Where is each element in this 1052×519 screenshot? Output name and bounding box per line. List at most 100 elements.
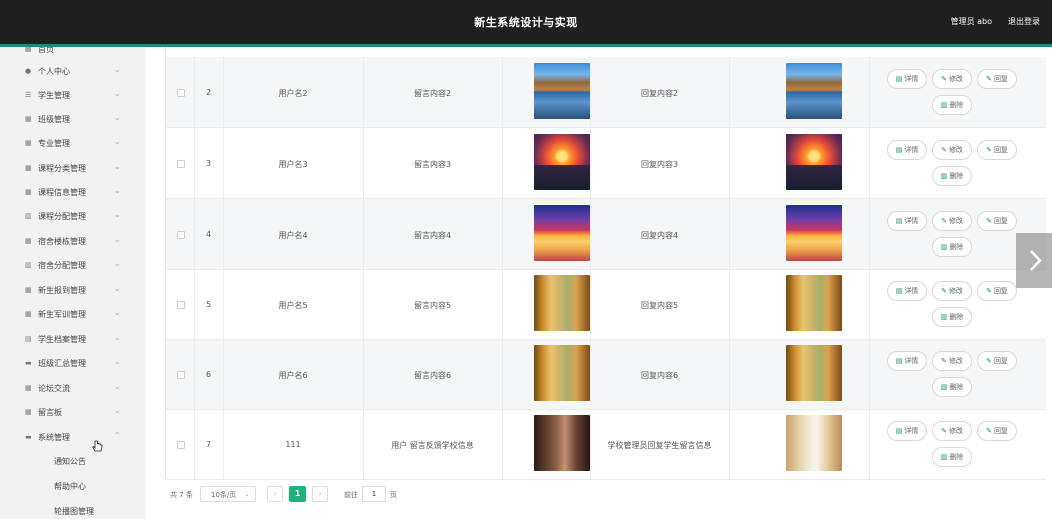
edit-button[interactable]: ✎ 修改 [932, 351, 972, 371]
chevron-down-icon: ⌄ [114, 235, 121, 244]
detail-button[interactable]: ▤ 详情 [887, 211, 927, 231]
page-size-value: 10条/页 [211, 491, 237, 499]
chart-icon: ▥ [25, 261, 32, 269]
delete-label: 删除 [949, 453, 964, 461]
sidebar-item-course-assign[interactable]: ▥ 课程分配管理 ⌄ [0, 206, 145, 228]
chevron-down-icon: ⌄ [114, 113, 121, 122]
detail-icon: ▤ [895, 287, 903, 295]
message-image [534, 415, 590, 471]
message-cell: 留言内容6 [413, 371, 452, 380]
detail-button[interactable]: ▤ 详情 [887, 351, 927, 371]
sidebar-item-label: 课程分配管理 [38, 212, 86, 221]
sidebar-item-personal-center[interactable]: ● 个人中心 ⌄ [0, 61, 145, 83]
sidebar-item-home[interactable]: ▦ 首页 [0, 47, 145, 61]
sidebar-item-classes[interactable]: ▦ 班级管理 ⌄ [0, 109, 145, 131]
sidebar-item-label: 学生档案管理 [38, 335, 86, 344]
edit-button[interactable]: ✎ 修改 [932, 421, 972, 441]
sidebar-item-forum[interactable]: ▦ 论坛交流 ⌄ [0, 378, 145, 400]
reply-button[interactable]: ✎ 回复 [977, 211, 1017, 231]
reply-label: 回复 [993, 146, 1008, 154]
grid-icon: ▦ [25, 384, 32, 392]
reply-image [786, 134, 842, 190]
goto-page-input[interactable]: 1 [362, 486, 386, 502]
reply-button[interactable]: ✎ 回复 [977, 351, 1017, 371]
username-cell: 用户名4 [278, 231, 308, 240]
logout-link[interactable]: 退出登录 [1008, 16, 1040, 27]
sidebar-subitem-label: 轮播图管理 [54, 507, 94, 516]
reply-button[interactable]: ✎ 回复 [977, 281, 1017, 301]
reply-image [786, 275, 842, 331]
sidebar-item-student-archive[interactable]: ▤ 学生档案管理 ⌄ [0, 329, 145, 351]
prev-page-button[interactable]: ‹ [267, 486, 283, 502]
sidebar-subitem-carousel[interactable]: 轮播图管理 [0, 502, 145, 519]
sidebar-item-students[interactable]: ☰ 学生管理 ⌄ [0, 85, 145, 107]
delete-label: 删除 [949, 313, 964, 321]
grid-icon: ▦ [25, 188, 32, 196]
reply-cell: 回复内容2 [640, 89, 679, 98]
edit-button[interactable]: ✎ 修改 [932, 211, 972, 231]
edit-button[interactable]: ✎ 修改 [932, 69, 972, 89]
sidebar-item-label: 系统管理 [38, 433, 70, 442]
detail-icon: ▤ [895, 146, 903, 154]
sidebar-subitem-help[interactable]: 帮助中心 [0, 477, 145, 497]
reply-label: 回复 [993, 75, 1008, 83]
sidebar-item-majors[interactable]: ▦ 专业管理 ⌄ [0, 133, 145, 155]
message-cell: 留言内容4 [413, 231, 452, 240]
delete-button[interactable]: ▥ 删除 [932, 95, 972, 115]
delete-button[interactable]: ▥ 删除 [932, 307, 972, 327]
detail-label: 详情 [904, 75, 919, 83]
pagination: 共 7 条 10条/页 ⌄ ‹ 1 › 前往 1 页 [165, 482, 765, 506]
chevron-up-icon: ⌃ [114, 431, 121, 440]
sidebar-subitem-label: 通知公告 [54, 457, 86, 466]
edit-button[interactable]: ✎ 修改 [932, 281, 972, 301]
detail-button[interactable]: ▤ 详情 [887, 421, 927, 441]
next-arrow-button[interactable] [1016, 233, 1052, 288]
sidebar-item-class-summary[interactable]: ▬ 班级汇总管理 ⌄ [0, 353, 145, 375]
row-checkbox[interactable] [177, 301, 185, 309]
reply-image [786, 205, 842, 261]
edit-icon: ✎ [941, 75, 947, 83]
sidebar-item-system[interactable]: ▬ 系统管理 ⌃ [0, 427, 145, 449]
delete-button[interactable]: ▥ 删除 [932, 447, 972, 467]
sidebar-item-message-board[interactable]: ▦ 留言板 ⌄ [0, 402, 145, 424]
edit-icon: ✎ [941, 357, 947, 365]
reply-icon: ✎ [986, 427, 992, 435]
sidebar-item-dorm-building[interactable]: ▦ 宿舍楼栋管理 ⌄ [0, 231, 145, 253]
sidebar-item-label: 课程信息管理 [38, 188, 86, 197]
reply-button[interactable]: ✎ 回复 [977, 69, 1017, 89]
sidebar-item-military-training[interactable]: ▦ 新生军训管理 ⌄ [0, 304, 145, 326]
delete-icon: ▥ [940, 453, 948, 461]
edit-label: 修改 [948, 357, 963, 365]
reply-cell: 回复内容3 [640, 160, 679, 169]
current-page-button[interactable]: 1 [289, 486, 306, 502]
next-page-button[interactable]: › [312, 486, 328, 502]
detail-button[interactable]: ▤ 详情 [887, 140, 927, 160]
row-checkbox[interactable] [177, 231, 185, 239]
sidebar-subitem-notice[interactable]: 通知公告 [0, 452, 145, 472]
page-size-select[interactable]: 10条/页 ⌄ [200, 486, 256, 502]
detail-button[interactable]: ▤ 详情 [887, 69, 927, 89]
sidebar-item-dorm-assign[interactable]: ▥ 宿舍分配管理 ⌄ [0, 255, 145, 277]
reply-image [786, 415, 842, 471]
row-checkbox[interactable] [177, 89, 185, 97]
delete-button[interactable]: ▥ 删除 [932, 166, 972, 186]
sidebar-item-course-category[interactable]: ▦ 课程分类管理 ⌄ [0, 158, 145, 180]
chevron-down-icon: ⌄ [114, 357, 121, 366]
chevron-down-icon: ⌄ [114, 382, 121, 391]
row-checkbox[interactable] [177, 160, 185, 168]
reply-button[interactable]: ✎ 回复 [977, 140, 1017, 160]
row-index: 2 [206, 88, 212, 97]
edit-label: 修改 [948, 427, 963, 435]
delete-button[interactable]: ▥ 删除 [932, 237, 972, 257]
delete-button[interactable]: ▥ 删除 [932, 377, 972, 397]
sidebar-item-registration[interactable]: ▦ 新生报到管理 ⌄ [0, 280, 145, 302]
row-checkbox[interactable] [177, 441, 185, 449]
detail-button[interactable]: ▤ 详情 [887, 281, 927, 301]
edit-button[interactable]: ✎ 修改 [932, 140, 972, 160]
sidebar-item-label: 新生报到管理 [38, 286, 86, 295]
sidebar-item-course-info[interactable]: ▦ 课程信息管理 ⌄ [0, 182, 145, 204]
row-checkbox[interactable] [177, 371, 185, 379]
goto-label: 前往 [344, 491, 358, 499]
grid-icon: ▦ [25, 408, 32, 416]
reply-button[interactable]: ✎ 回复 [977, 421, 1017, 441]
